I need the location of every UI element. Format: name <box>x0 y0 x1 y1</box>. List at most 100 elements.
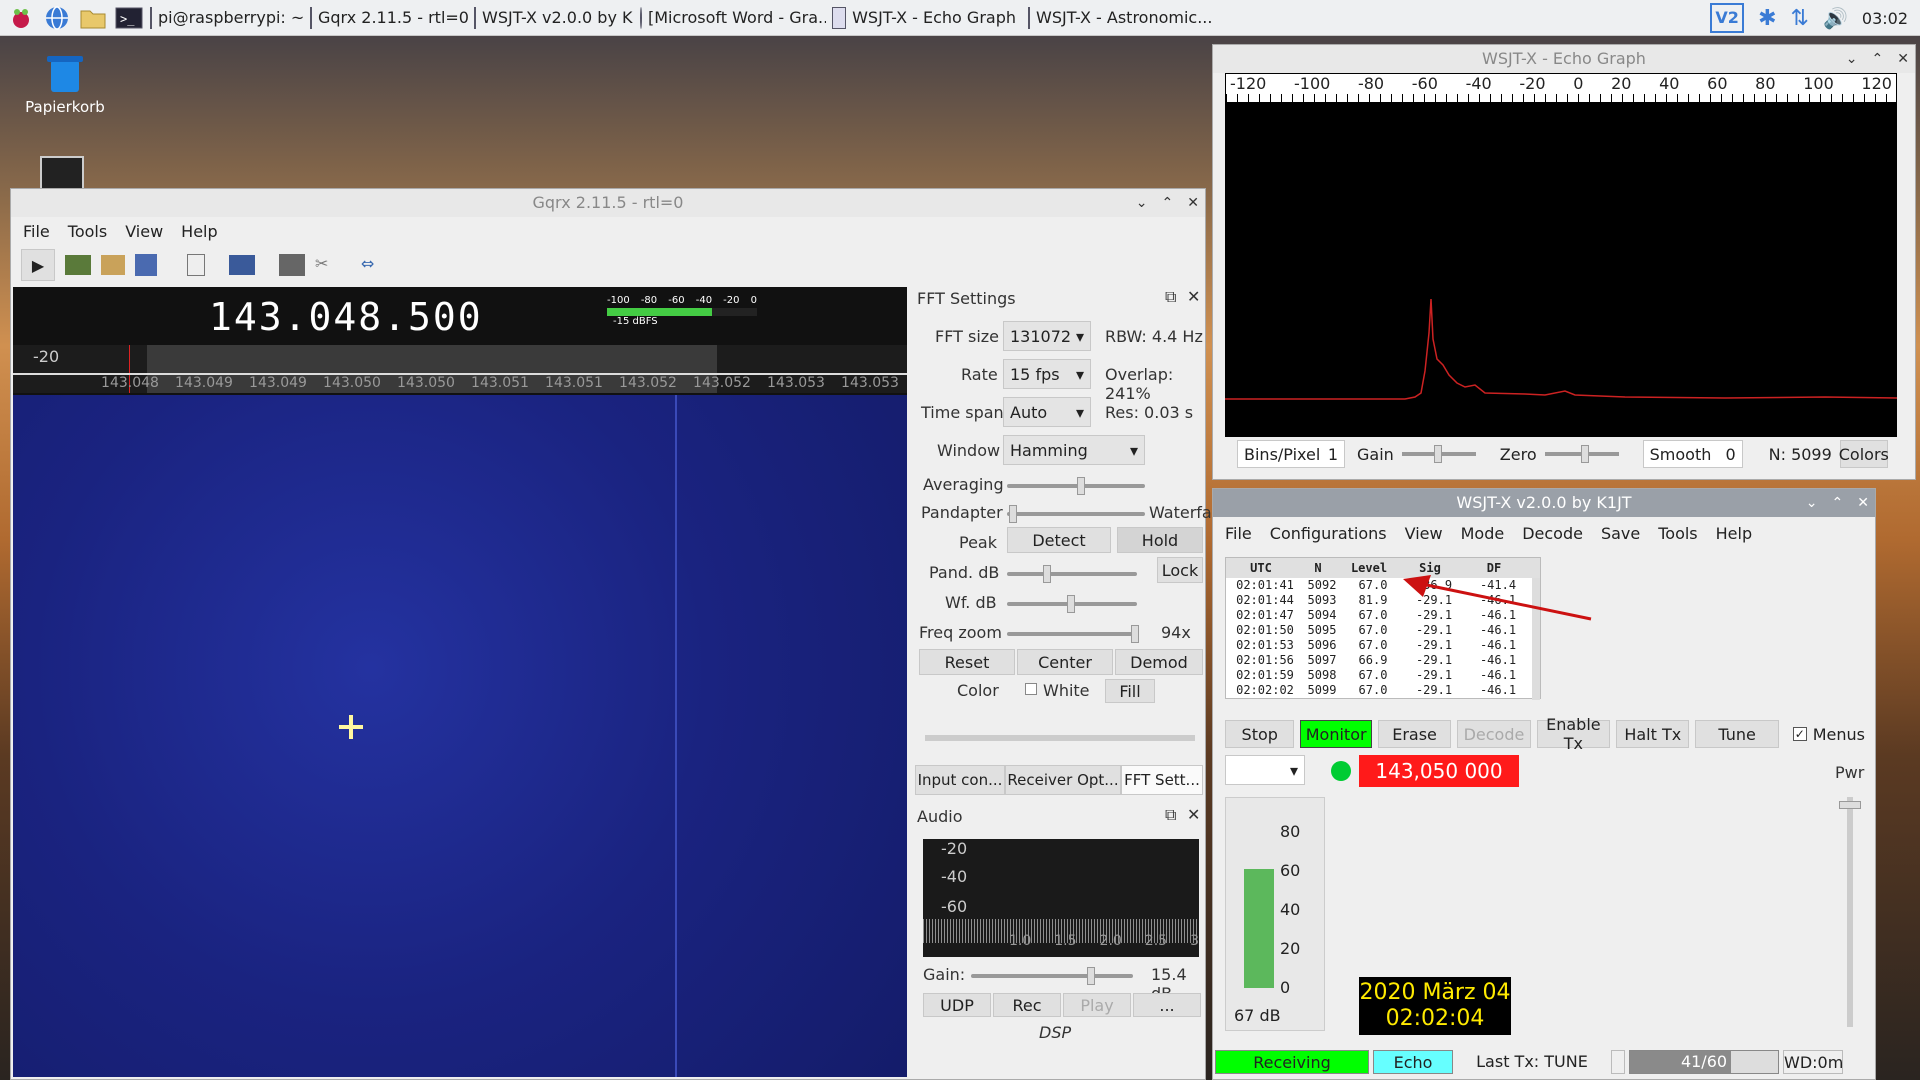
slider-handle[interactable] <box>1580 445 1589 463</box>
vnc-icon[interactable]: V2 <box>1710 3 1745 33</box>
echo-gain-slider[interactable] <box>1401 445 1476 463</box>
tab-input-controls[interactable]: Input con... <box>915 765 1005 795</box>
slider-handle[interactable] <box>1043 565 1051 583</box>
decode-button[interactable]: Decode <box>1457 720 1531 748</box>
pand-db-slider[interactable] <box>1007 565 1137 583</box>
float-icon[interactable]: ⧉ <box>1165 805 1176 825</box>
frequency-display[interactable]: 143.048.500 <box>209 295 483 339</box>
close-icon[interactable]: ✕ <box>1897 45 1909 73</box>
slider-handle[interactable] <box>1067 595 1075 613</box>
detect-button[interactable]: Detect <box>1007 527 1111 553</box>
table-row[interactable]: 02:02:02 5099 67.0 -29.1 -46.1 <box>1230 683 1540 698</box>
menu-file[interactable]: File <box>23 222 50 241</box>
colors-button[interactable]: Colors <box>1839 440 1889 468</box>
reset-button[interactable]: Reset <box>919 649 1015 675</box>
fft-icon[interactable] <box>229 255 255 275</box>
echo-spectrum[interactable] <box>1225 103 1897 437</box>
play-icon[interactable]: ▶ <box>21 249 55 281</box>
trash-desktop-icon[interactable]: Papierkorb <box>20 50 110 116</box>
hold-button[interactable]: Hold <box>1117 527 1203 553</box>
pwr-slider[interactable] <box>1839 797 1861 1027</box>
tab-fft-settings[interactable]: FFT Sett... <box>1121 765 1203 795</box>
center-button[interactable]: Center <box>1017 649 1113 675</box>
freq-zoom-slider[interactable] <box>1007 625 1139 643</box>
maximize-icon[interactable]: ⌃ <box>1162 189 1174 217</box>
open-icon[interactable] <box>101 255 125 275</box>
echo-zero-slider[interactable] <box>1544 445 1619 463</box>
bins-spinbox[interactable]: Bins/Pixel 1 <box>1237 440 1345 468</box>
remote-icon[interactable] <box>279 254 305 276</box>
device-icon[interactable] <box>65 255 91 275</box>
close-icon[interactable]: ✕ <box>1857 489 1869 517</box>
window-select[interactable]: Hamming ▾ <box>1003 435 1145 465</box>
menu-view[interactable]: View <box>125 222 163 241</box>
task-astronomical[interactable]: WSJT-X - Astronomic... <box>1022 1 1218 35</box>
task-terminal[interactable]: pi@raspberrypi: ~ <box>144 1 304 35</box>
rate-select[interactable]: 15 fps ▾ <box>1003 359 1091 389</box>
minimize-icon[interactable]: ⌄ <box>1136 189 1148 217</box>
task-echo-graph[interactable]: WSJT-X - Echo Graph <box>826 1 1022 35</box>
raspberry-menu-icon[interactable] <box>6 3 36 33</box>
stop-button[interactable]: Stop <box>1225 720 1295 748</box>
averaging-slider[interactable] <box>1007 477 1145 495</box>
white-checkbox[interactable] <box>1025 683 1037 695</box>
fullscreen-icon[interactable]: ⇔ <box>361 254 387 276</box>
task-word[interactable]: [Microsoft Word - Gra... <box>634 1 826 35</box>
menu-view[interactable]: View <box>1405 524 1443 543</box>
menu-save[interactable]: Save <box>1601 524 1640 543</box>
volume-icon[interactable]: 🔊 <box>1823 6 1848 30</box>
table-row[interactable]: 02:01:56 5097 66.9 -29.1 -46.1 <box>1230 653 1540 668</box>
rec-button[interactable]: Rec <box>993 993 1061 1017</box>
slider-handle[interactable] <box>1009 505 1017 523</box>
minimize-icon[interactable]: ⌄ <box>1806 489 1818 517</box>
menu-help[interactable]: Help <box>181 222 217 241</box>
network-icon[interactable]: ⇅ <box>1791 6 1809 31</box>
maximize-icon[interactable]: ⌃ <box>1832 489 1844 517</box>
close-icon[interactable]: ✕ <box>1187 189 1199 217</box>
menu-tools[interactable]: Tools <box>1658 524 1697 543</box>
dial-frequency[interactable]: 143,050 000 <box>1359 755 1519 787</box>
close-icon[interactable]: ✕ <box>1187 287 1200 306</box>
lock-button[interactable]: Lock <box>1157 557 1203 583</box>
menus-checkbox[interactable]: ✓ <box>1792 727 1807 741</box>
wf-db-slider[interactable] <box>1007 595 1137 613</box>
demod-button[interactable]: Demod <box>1115 649 1203 675</box>
enable-tx-button[interactable]: Enable Tx <box>1536 715 1611 753</box>
timespan-select[interactable]: Auto ▾ <box>1003 397 1091 427</box>
fft-size-select[interactable]: 131072 ▾ <box>1003 321 1091 351</box>
folder-icon[interactable] <box>78 3 108 33</box>
tab-receiver-options[interactable]: Receiver Opt... <box>1005 765 1121 795</box>
table-row[interactable]: 02:01:59 5098 67.0 -29.1 -46.1 <box>1230 668 1540 683</box>
waterfall[interactable] <box>13 395 907 1077</box>
table-row[interactable]: 02:01:53 5096 67.0 -29.1 -46.1 <box>1230 638 1540 653</box>
bookmark-icon[interactable] <box>187 254 205 276</box>
clock[interactable]: 03:02 <box>1862 9 1908 28</box>
terminal-icon[interactable]: >_ <box>114 3 144 33</box>
play-button[interactable]: Play <box>1063 993 1131 1017</box>
slider-handle[interactable] <box>1087 967 1095 985</box>
slider-handle[interactable] <box>1839 801 1861 809</box>
more-button[interactable]: ... <box>1133 993 1201 1017</box>
browser-icon[interactable] <box>42 3 72 33</box>
save-icon[interactable] <box>135 254 157 276</box>
maximize-icon[interactable]: ⌃ <box>1872 45 1884 73</box>
tune-button[interactable]: Tune <box>1695 720 1779 748</box>
halt-tx-button[interactable]: Halt Tx <box>1616 720 1690 748</box>
band-select[interactable]: ▾ <box>1225 755 1305 785</box>
horizontal-scrollbar[interactable] <box>925 735 1195 741</box>
cat-status-indicator[interactable] <box>1331 761 1351 781</box>
bluetooth-icon[interactable]: ✱ <box>1758 6 1776 31</box>
audio-gain-slider[interactable] <box>971 967 1133 985</box>
udp-button[interactable]: UDP <box>923 993 991 1017</box>
menu-help[interactable]: Help <box>1716 524 1752 543</box>
slider-handle[interactable] <box>1077 477 1085 495</box>
float-icon[interactable]: ⧉ <box>1165 287 1176 307</box>
menu-file[interactable]: File <box>1225 524 1252 543</box>
pandapter-slider[interactable] <box>1007 505 1145 523</box>
minimize-icon[interactable]: ⌄ <box>1846 45 1858 73</box>
menu-configurations[interactable]: Configurations <box>1270 524 1387 543</box>
erase-button[interactable]: Erase <box>1377 720 1452 748</box>
monitor-button[interactable]: Monitor <box>1300 720 1372 748</box>
fill-button[interactable]: Fill <box>1105 679 1155 703</box>
spectrum-plot[interactable]: -20 143.048 143.049 143.049 143.050 143.050 1… <box>13 345 907 393</box>
